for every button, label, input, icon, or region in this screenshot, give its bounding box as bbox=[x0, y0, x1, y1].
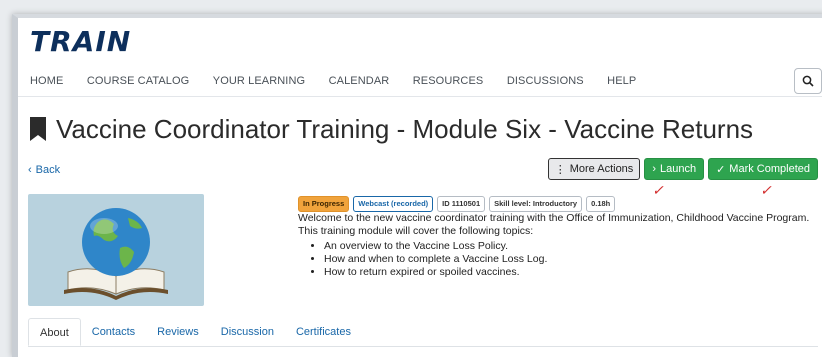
page-title: Vaccine Coordinator Training - Module Si… bbox=[56, 114, 754, 144]
nav-discussions[interactable]: DISCUSSIONS bbox=[507, 70, 584, 92]
status-badge: In Progress bbox=[298, 196, 350, 212]
main-nav: HOME COURSE CATALOG YOUR LEARNING CALEND… bbox=[30, 70, 822, 92]
description-intro: Welcome to the new vaccine coordinator t… bbox=[298, 212, 810, 237]
tab-contacts[interactable]: Contacts bbox=[81, 318, 146, 346]
course-description: Welcome to the new vaccine coordinator t… bbox=[298, 212, 816, 279]
nav-divider bbox=[18, 96, 822, 97]
more-actions-button[interactable]: ⋮ More Actions bbox=[547, 158, 641, 180]
back-label: Back bbox=[35, 164, 61, 176]
logo-text: TRAIN bbox=[30, 25, 132, 58]
check-icon: ✓ bbox=[716, 163, 726, 176]
mark-completed-label: Mark Completed bbox=[729, 163, 810, 175]
action-buttons: ⋮ More Actions › Launch ✓ Mark Completed bbox=[547, 158, 818, 180]
tab-discussion[interactable]: Discussion bbox=[210, 318, 285, 346]
course-tabs: About Contacts Reviews Discussion Certif… bbox=[28, 318, 818, 347]
course-thumbnail bbox=[28, 194, 204, 306]
bookmark-icon bbox=[30, 117, 46, 141]
nav-home[interactable]: HOME bbox=[30, 70, 63, 92]
topic-item: How to return expired or spoiled vaccine… bbox=[324, 266, 816, 279]
chevron-left-icon: ‹ bbox=[28, 164, 32, 176]
nav-calendar[interactable]: CALENDAR bbox=[329, 70, 390, 92]
back-link[interactable]: ‹ Back bbox=[28, 164, 64, 176]
topic-item: An overview to the Vaccine Loss Policy. bbox=[324, 240, 816, 253]
mark-completed-button[interactable]: ✓ Mark Completed bbox=[708, 158, 818, 180]
handwritten-check-mark: ✓ bbox=[760, 182, 772, 198]
search-button[interactable] bbox=[794, 68, 822, 94]
page-header: Vaccine Coordinator Training - Module Si… bbox=[28, 112, 753, 146]
nav-resources[interactable]: RESOURCES bbox=[413, 70, 484, 92]
train-logo[interactable]: TRAIN bbox=[30, 24, 131, 60]
globe-book-icon bbox=[64, 208, 168, 300]
nav-your-learning[interactable]: YOUR LEARNING bbox=[213, 70, 305, 92]
more-vertical-icon: ⋮ bbox=[554, 163, 566, 176]
topic-item: How and when to complete a Vaccine Loss … bbox=[324, 253, 816, 266]
nav-help[interactable]: HELP bbox=[607, 70, 636, 92]
more-actions-label: More Actions bbox=[569, 163, 634, 175]
course-id-badge: ID 1110501 bbox=[437, 196, 486, 212]
launch-button[interactable]: › Launch bbox=[644, 158, 705, 180]
chevron-right-icon: › bbox=[652, 163, 656, 175]
skill-level-badge: Skill level: Introductory bbox=[489, 196, 583, 212]
handwritten-check-mark: ✓ bbox=[652, 182, 664, 198]
format-badge: Webcast (recorded) bbox=[353, 196, 434, 212]
topic-list: An overview to the Vaccine Loss Policy. … bbox=[298, 240, 816, 279]
launch-label: Launch bbox=[659, 163, 697, 175]
tab-certificates[interactable]: Certificates bbox=[285, 318, 362, 346]
tab-about[interactable]: About bbox=[28, 318, 81, 346]
app-window: TRAIN HOME COURSE CATALOG YOUR LEARNING … bbox=[12, 14, 822, 357]
course-badges: In Progress Webcast (recorded) ID 111050… bbox=[298, 196, 616, 212]
duration-badge: 0.18h bbox=[586, 196, 616, 212]
search-icon bbox=[802, 75, 814, 87]
nav-course-catalog[interactable]: COURSE CATALOG bbox=[87, 70, 189, 92]
tab-reviews[interactable]: Reviews bbox=[146, 318, 210, 346]
